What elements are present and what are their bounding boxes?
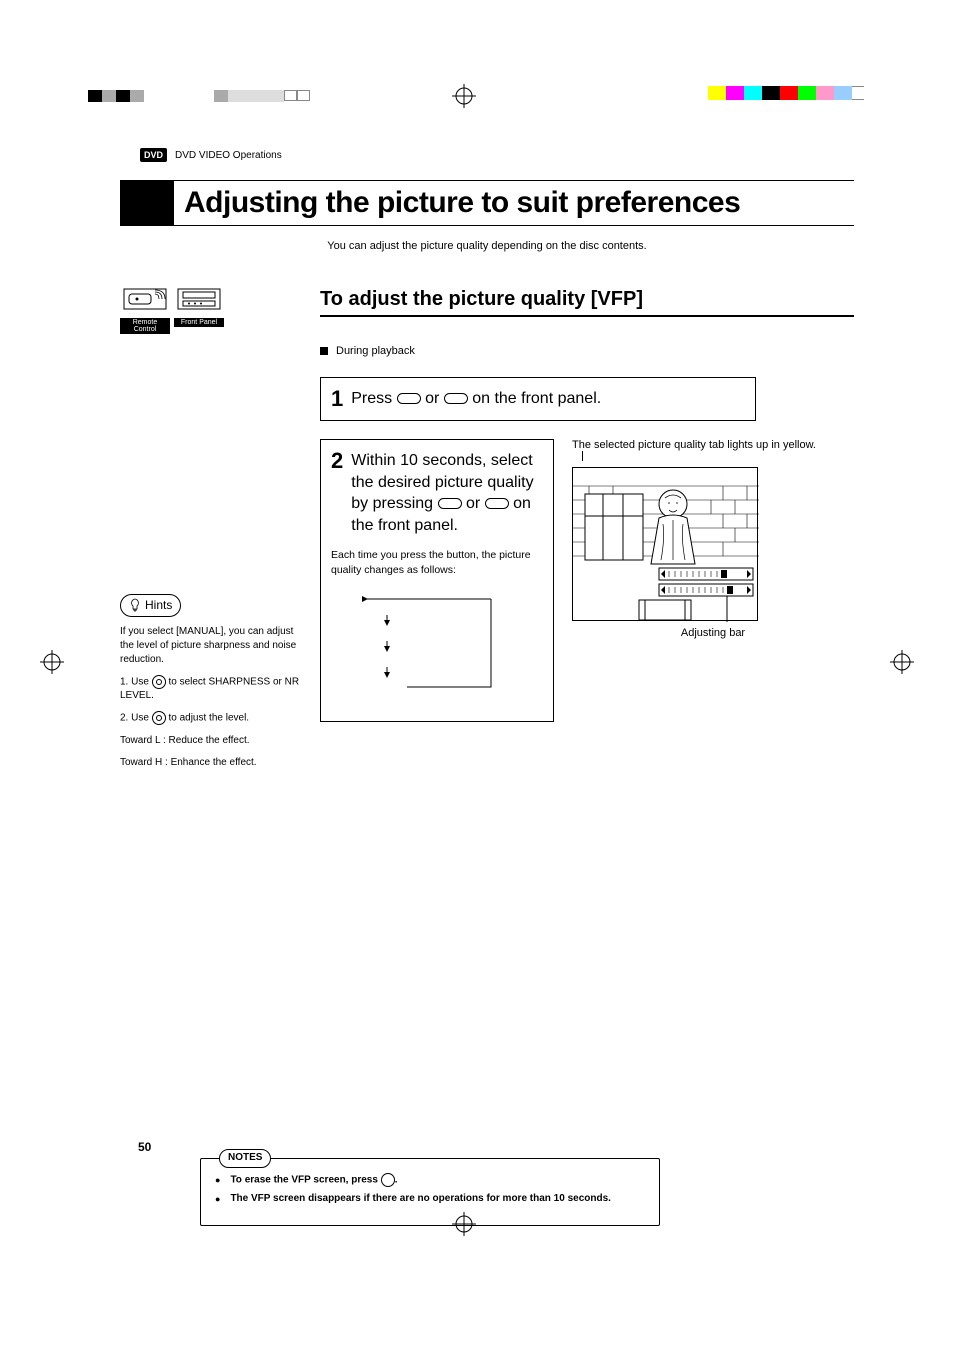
step-2-desc: Each time you press the button, the pict… (331, 548, 543, 576)
plus-button-icon (485, 498, 509, 509)
lightbulb-icon (129, 598, 141, 612)
front-panel-icon: Front Panel (174, 288, 224, 334)
section-name: DVD VIDEO Operations (175, 150, 282, 161)
step-1-number: 1 (331, 388, 343, 410)
dvd-badge: DVD (140, 148, 167, 162)
step-1-text: Press or on the front panel. (351, 388, 745, 410)
adjusting-bar-label: Adjusting bar (572, 627, 854, 639)
page-number: 50 (138, 1140, 151, 1154)
selected-tab-note: The selected picture quality tab lights … (572, 439, 854, 451)
step-1: 1 Press or on the front panel. (320, 377, 756, 421)
minus-button-icon (438, 498, 462, 509)
plus-button-icon (444, 393, 468, 404)
hints-label: Hints (120, 594, 181, 617)
joystick-leftright-icon (152, 711, 166, 725)
page-title-block: Adjusting the picture to suit preference… (120, 180, 854, 226)
round-button-icon (381, 1173, 395, 1187)
notes-box: NOTES To erase the VFP screen, press . T… (200, 1158, 660, 1226)
notes-label: NOTES (219, 1149, 271, 1168)
page-title: Adjusting the picture to suit preference… (184, 186, 740, 220)
note-2: The VFP screen disappears if there are n… (215, 1192, 645, 1207)
tv-screen-illustration (572, 467, 758, 621)
joystick-updown-icon (152, 675, 166, 689)
hints-box: Hints If you select [MANUAL], you can ad… (120, 594, 310, 770)
step-2-right: The selected picture quality tab lights … (572, 439, 854, 722)
step-2: 2 Within 10 seconds, select the desired … (320, 439, 554, 722)
control-location-icons: Remote Control Front Panel (120, 288, 320, 334)
vfp-cycle-diagram (331, 591, 543, 711)
step-2-number: 2 (331, 450, 343, 536)
title-black-block (120, 181, 174, 225)
section-subtitle: To adjust the picture quality [VFP] (320, 288, 854, 317)
section-header: DVD DVD VIDEO Operations (140, 148, 282, 162)
note-1: To erase the VFP screen, press . (215, 1173, 645, 1188)
square-bullet-icon (320, 347, 328, 355)
during-playback-row: During playback (320, 345, 854, 357)
intro-text: You can adjust the picture quality depen… (120, 240, 854, 252)
minus-button-icon (397, 393, 421, 404)
step-2-text: Within 10 seconds, select the desired pi… (351, 450, 543, 536)
remote-control-icon: Remote Control (120, 288, 170, 334)
